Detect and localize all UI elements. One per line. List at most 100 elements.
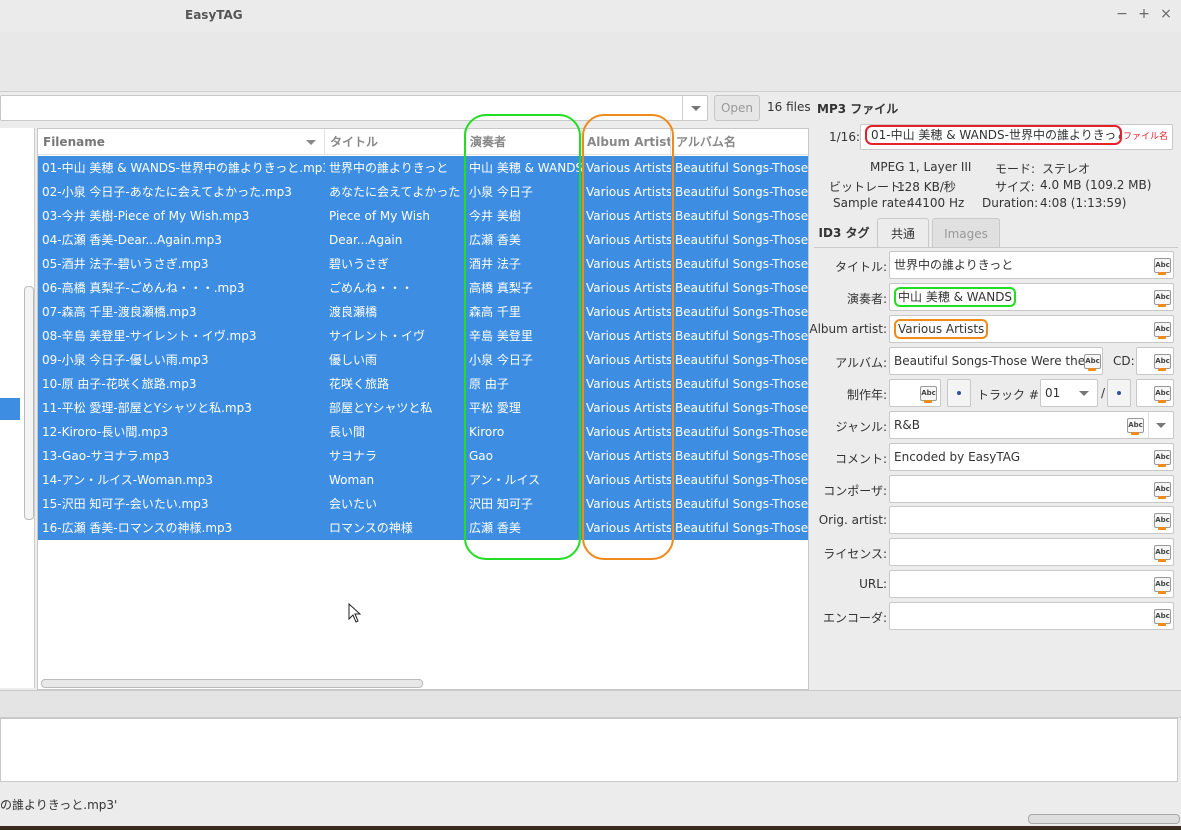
artist-field[interactable]: 中山 美穂 & WANDS — [889, 283, 1174, 311]
table-row[interactable]: 11-平松 愛理-部屋とYシャツと私.mp3 部屋とYシャツと私 平松 愛理 Vari… — [38, 396, 809, 420]
chevron-down-icon[interactable] — [682, 96, 708, 120]
cell-album-artist: Various Artists — [586, 473, 671, 487]
table-row[interactable]: 07-森高 千里-渡良瀬橋.mp3 渡良瀬橋 森高 千里 Various Artist… — [38, 300, 809, 324]
filename-field[interactable]: 01-中山 美穂 & WANDS-世界中の誰よりきっと ファイル名 — [860, 124, 1173, 150]
cell-album: Beautiful Songs-Those W — [675, 233, 809, 247]
abc-icon[interactable]: Abc — [1154, 545, 1171, 562]
cell-title: 部屋とYシャツと私 — [329, 401, 433, 415]
chevron-down-icon[interactable] — [1079, 391, 1089, 396]
sort-arrow-icon — [306, 140, 316, 145]
cell-filename: 11-平松 愛理-部屋とYシャツと私.mp3 — [42, 401, 252, 415]
list-hscrollbar[interactable] — [41, 679, 423, 688]
size-label: サイズ: — [995, 180, 1035, 194]
tree-scrollbar[interactable] — [24, 286, 34, 520]
cell-artist: 今井 美樹 — [469, 209, 521, 223]
album-field[interactable]: Beautiful Songs-Those Were the — [889, 347, 1103, 375]
mode-value: ステレオ — [1042, 162, 1091, 176]
column-header-album-artist[interactable]: Album Artist — [582, 129, 671, 155]
cell-artist: Gao — [469, 449, 493, 463]
abc-icon[interactable]: Abc — [1127, 418, 1144, 435]
genre-divider — [1148, 412, 1149, 438]
codec-value: MPEG 1, Layer III — [870, 160, 972, 174]
track-apply-button[interactable] — [1107, 379, 1131, 407]
column-header-album[interactable]: アルバム名 — [671, 129, 808, 155]
orig-artist-label: Orig. artist: — [818, 513, 887, 527]
abc-icon[interactable]: Abc — [1154, 258, 1171, 275]
cell-filename: 03-今井 美樹-Piece of My Wish.mp3 — [42, 209, 250, 223]
table-row[interactable]: 15-沢田 知可子-会いたい.mp3 会いたい 沢田 知可子 Various Arti… — [38, 492, 808, 516]
table-row[interactable]: 04-広瀬 香美-Dear...Again.mp3 Dear...Again 広瀬 … — [38, 228, 809, 252]
table-row[interactable]: 02-小泉 今日子-あなたに会えてよかった.mp3 あなたに会えてよかった 小泉 今… — [38, 180, 808, 204]
table-row[interactable]: 12-Kiroro-長い間.mp3 長い間 Kiroro Various Artist… — [38, 420, 808, 444]
abc-icon[interactable]: Abc — [1154, 482, 1171, 499]
orig-artist-field[interactable] — [889, 506, 1174, 534]
cell-filename: 06-高橋 真梨子-ごめんね・・・.mp3 — [42, 281, 245, 295]
file-list[interactable]: Filename タイトル 演奏者 Album Artist アルバム名 01-… — [37, 128, 809, 690]
cell-album: Beautiful Songs-Those W — [675, 377, 809, 391]
comment-field[interactable]: Encoded by EasyTAG — [889, 443, 1174, 471]
table-row[interactable]: 01-中山 美穂 & WANDS-世界中の誰よりきっと.mp3 世界中の誰よりきっ… — [38, 156, 808, 180]
open-button[interactable]: Open — [714, 95, 760, 121]
abc-icon[interactable]: Abc — [1154, 513, 1171, 530]
filename-suffix: ファイル名 — [1122, 132, 1168, 142]
abc-icon[interactable]: Abc — [1154, 609, 1171, 626]
abc-icon[interactable]: Abc — [1154, 577, 1171, 594]
track-field[interactable]: 01 — [1040, 379, 1098, 407]
title-field[interactable]: 世界中の誰よりきっと — [889, 251, 1174, 279]
table-row[interactable]: 08-辛島 美登里-サイレント・イヴ.mp3 サイレント・イヴ 辛島 美登里 Vari… — [38, 324, 809, 348]
cell-title: あなたに会えてよかった — [329, 185, 461, 199]
cell-filename: 15-沢田 知可子-会いたい.mp3 — [42, 497, 209, 511]
cell-filename: 02-小泉 今日子-あなたに会えてよかった.mp3 — [42, 185, 292, 199]
close-button[interactable]: × — [1159, 6, 1173, 22]
album-artist-field[interactable]: Various Artists — [889, 315, 1174, 343]
table-row[interactable]: 13-Gao-サヨナラ.mp3 サヨナラ Gao Various Artists Bea… — [38, 444, 808, 468]
cell-album: Beautiful Songs-Those W — [675, 401, 809, 415]
abc-icon[interactable]: Abc — [1154, 386, 1171, 403]
abc-icon[interactable]: Abc — [1084, 354, 1101, 371]
abc-icon[interactable]: Abc — [920, 386, 937, 403]
chevron-down-icon[interactable] — [1156, 423, 1166, 428]
cell-title: ごめんね・・・ — [329, 281, 414, 295]
cell-album-artist: Various Artists — [586, 257, 671, 271]
minimize-button[interactable]: − — [1115, 6, 1129, 22]
cell-album: Beautiful Songs-Those W — [675, 329, 809, 343]
cell-album-artist: Various Artists — [586, 185, 671, 199]
table-row[interactable]: 09-小泉 今日子-優しい雨.mp3 優しい雨 小泉 今日子 Various Arti… — [38, 348, 808, 372]
cell-album-artist: Various Artists — [586, 329, 671, 343]
track-value: 01 — [1045, 386, 1061, 400]
comment-label: コメント: — [834, 452, 887, 466]
maximize-button[interactable]: + — [1137, 6, 1151, 22]
tab-images[interactable]: Images — [932, 218, 1000, 248]
abc-icon[interactable]: Abc — [1154, 450, 1171, 467]
filename-value: 01-中山 美穂 & WANDS-世界中の誰よりきっと — [865, 125, 1122, 145]
composer-field[interactable] — [889, 475, 1174, 503]
abc-icon[interactable]: Abc — [1154, 354, 1171, 371]
table-row[interactable]: 16-広瀬 香美-ロマンスの神様.mp3 ロマンスの神様 広瀬 香美 Various … — [38, 516, 808, 540]
license-field[interactable] — [889, 538, 1174, 566]
url-field[interactable] — [889, 570, 1174, 598]
cell-filename: 12-Kiroro-長い間.mp3 — [42, 425, 169, 439]
tab-id3[interactable]: ID3 タグ — [814, 218, 874, 248]
table-row[interactable]: 03-今井 美樹-Piece of My Wish.mp3 Piece of My… — [38, 204, 808, 228]
directory-tree[interactable] — [0, 128, 35, 688]
table-row[interactable]: 10-原 由子-花咲く旅路.mp3 花咲く旅路 原 由子 Various Artist… — [38, 372, 809, 396]
directory-combo[interactable] — [0, 95, 708, 121]
abc-icon[interactable]: Abc — [1154, 290, 1171, 307]
tree-selected-item[interactable] — [0, 398, 20, 420]
column-header-filename[interactable]: Filename — [38, 129, 325, 155]
cell-title: 長い間 — [329, 425, 366, 439]
cell-filename: 04-広瀬 香美-Dear...Again.mp3 — [42, 233, 222, 247]
table-row[interactable]: 06-高橋 真梨子-ごめんね・・・.mp3 ごめんね・・・ 高橋 真梨子 Variou… — [38, 276, 808, 300]
table-row[interactable]: 14-アン・ルイス-Woman.mp3 Woman アン・ルイス Various Ar… — [38, 468, 808, 492]
abc-icon[interactable]: Abc — [1154, 322, 1171, 339]
cell-artist: 平松 愛理 — [469, 401, 521, 415]
column-header-title[interactable]: タイトル — [325, 129, 465, 155]
encoder-field[interactable] — [889, 602, 1174, 630]
cell-album-artist: Various Artists — [586, 161, 671, 175]
status-scrollbar[interactable] — [1028, 814, 1180, 824]
cell-album: Beautiful Songs-Those W — [675, 305, 809, 319]
year-apply-button[interactable] — [947, 379, 971, 407]
tab-common[interactable]: 共通 — [877, 218, 929, 248]
column-header-artist[interactable]: 演奏者 — [465, 129, 582, 155]
table-row[interactable]: 05-酒井 法子-碧いうさぎ.mp3 碧いうさぎ 酒井 法子 Various Arti… — [38, 252, 808, 276]
